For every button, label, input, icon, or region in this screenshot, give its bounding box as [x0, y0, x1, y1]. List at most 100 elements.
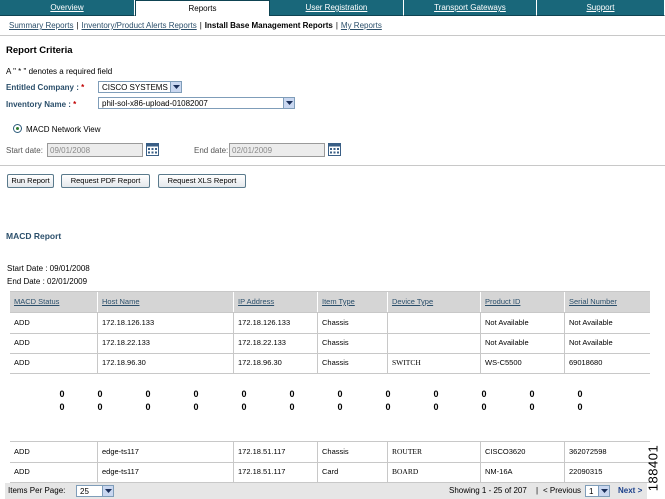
ellipsis-mark: 00 [385, 389, 391, 412]
cell-product-id: Not Available [481, 313, 565, 333]
col-device-type[interactable]: Device Type [388, 292, 481, 312]
figure-id-text: 188401 [645, 444, 661, 492]
cell-ip-address: 172.18.51.117 [234, 442, 318, 462]
cell-item-type: Chassis [318, 442, 388, 462]
macd-network-view-radio[interactable] [13, 124, 22, 133]
cell-macd-status: ADD [10, 313, 98, 333]
ellipsis-mark: 00 [59, 389, 65, 412]
cell-host-name: edge-ts117 [98, 462, 234, 482]
ellipsis-mark: 00 [433, 389, 439, 412]
ellipsis-mark: 00 [481, 389, 487, 412]
required-asterisk: * [73, 100, 77, 109]
request-xls-button[interactable]: Request XLS Report [158, 174, 246, 188]
cell-host-name: 172.18.126.133 [98, 313, 234, 333]
entitled-company-value: CISCO SYSTEMS [102, 83, 168, 92]
calendar-icon[interactable] [328, 143, 341, 156]
ellipsis-mark: 00 [289, 389, 295, 412]
tab-overview[interactable]: Overview [0, 0, 135, 16]
cell-product-id: NM-16A [481, 462, 565, 482]
ellipsis-mark: 00 [97, 389, 103, 412]
col-host-name[interactable]: Host Name [98, 292, 234, 312]
start-date-input[interactable]: 09/01/2008 [47, 143, 143, 157]
cell-device-type: BOARD [388, 462, 481, 482]
tab-reports[interactable]: Reports [134, 0, 270, 16]
pagination-bar: Items Per Page: 25 Showing 1 - 25 of 207… [5, 483, 647, 499]
request-pdf-button[interactable]: Request PDF Report [61, 174, 150, 188]
cell-device-type: SWITCH [388, 353, 481, 373]
link-install-base-reports: Install Base Management Reports [204, 21, 333, 30]
table-ellipsis: 00 00 00 00 00 00 00 00 00 00 00 00 [0, 388, 665, 414]
tab-transport-gateways[interactable]: Transport Gateways [403, 0, 537, 16]
inventory-name-select[interactable]: phil-sol-x86-upload-01082007 [98, 97, 295, 109]
report-start-date: Start Date : 09/01/2008 [7, 264, 90, 273]
subnav-separator: | [199, 21, 202, 30]
link-inventory-alerts-reports[interactable]: Inventory/Product Alerts Reports [82, 21, 197, 30]
table-row: ADD edge-ts117 172.18.51.117 Chassis ROU… [10, 441, 650, 463]
end-date-input[interactable]: 02/01/2009 [229, 143, 325, 157]
required-asterisk: * [81, 83, 85, 92]
cell-ip-address: 172.18.96.30 [234, 353, 318, 373]
end-date-label: End date: [194, 146, 229, 155]
cell-macd-status: ADD [10, 353, 98, 373]
ellipsis-mark: 00 [145, 389, 151, 412]
items-per-page-label: Items Per Page: [8, 486, 66, 495]
table-row: ADD edge-ts117 172.18.51.117 Card BOARD … [10, 462, 650, 483]
cell-product-id: CISCO3620 [481, 442, 565, 462]
ellipsis-mark: 00 [337, 389, 343, 412]
tab-support[interactable]: Support [536, 0, 665, 16]
table-row: ADD 172.18.22.133 172.18.22.133 Chassis … [10, 333, 650, 354]
cell-device-type: ROUTER [388, 442, 481, 462]
chevron-down-icon[interactable] [170, 82, 181, 92]
cell-host-name: 172.18.96.30 [98, 353, 234, 373]
entitled-company-label: Entitled Company : * [6, 83, 84, 92]
cell-serial-number: Not Available [569, 338, 613, 347]
col-item-type[interactable]: Item Type [318, 292, 388, 312]
cell-host-name: 172.18.22.133 [98, 333, 234, 353]
cell-macd-status: ADD [10, 333, 98, 353]
col-product-id[interactable]: Product ID [481, 292, 565, 312]
inventory-name-label: Inventory Name : * [6, 100, 76, 109]
chevron-down-icon[interactable] [283, 98, 294, 108]
cell-ip-address: 172.18.22.133 [234, 333, 318, 353]
previous-link[interactable]: < Previous [543, 486, 581, 495]
col-ip-address[interactable]: IP Address [234, 292, 318, 312]
chevron-down-icon[interactable] [102, 486, 113, 496]
col-macd-status[interactable]: MACD Status [10, 292, 98, 312]
entitled-company-select[interactable]: CISCO SYSTEMS [98, 81, 182, 93]
cell-item-type: Card [318, 462, 388, 482]
cell-serial-number: Not Available [569, 318, 613, 327]
showing-count: Showing 1 - 25 of 207 [449, 486, 527, 495]
cell-macd-status: ADD [10, 442, 98, 462]
pagination-separator: | [536, 486, 539, 495]
start-date-label: Start date: [6, 146, 43, 155]
subnav-separator: | [76, 21, 79, 30]
top-nav: Overview Reports User Registration Trans… [0, 0, 665, 16]
next-link[interactable]: Next > [618, 486, 642, 495]
cell-item-type: Chassis [318, 313, 388, 333]
chevron-down-icon[interactable] [598, 486, 609, 496]
items-per-page-select[interactable]: 25 [76, 485, 114, 497]
criteria-divider [0, 165, 665, 166]
link-my-reports[interactable]: My Reports [341, 21, 382, 30]
cell-macd-status: ADD [10, 462, 98, 482]
link-summary-reports[interactable]: Summary Reports [9, 21, 73, 30]
cell-device-type [388, 313, 481, 333]
cell-ip-address: 172.18.51.117 [234, 462, 318, 482]
macd-report-title: MACD Report [6, 231, 62, 241]
ellipsis-mark: 00 [193, 389, 199, 412]
ellipsis-mark: 00 [529, 389, 535, 412]
inventory-name-label-text: Inventory Name : [6, 100, 71, 109]
cell-item-type: Chassis [318, 333, 388, 353]
subnav-separator: | [335, 21, 338, 30]
cell-product-id: Not Available [481, 333, 565, 353]
calendar-icon[interactable] [146, 143, 159, 156]
required-note: A " * " denotes a required field [6, 67, 113, 76]
table-row: ADD 172.18.126.133 172.18.126.133 Chassi… [10, 313, 650, 334]
ellipsis-mark: 00 [241, 389, 247, 412]
cell-item-type: Chassis [318, 353, 388, 373]
page-value: 1 [589, 487, 594, 496]
tab-user-registration[interactable]: User Registration [269, 0, 404, 16]
page-select[interactable]: 1 [585, 485, 610, 497]
run-report-button[interactable]: Run Report [7, 174, 54, 188]
col-serial-number[interactable]: Serial Number [565, 292, 650, 312]
